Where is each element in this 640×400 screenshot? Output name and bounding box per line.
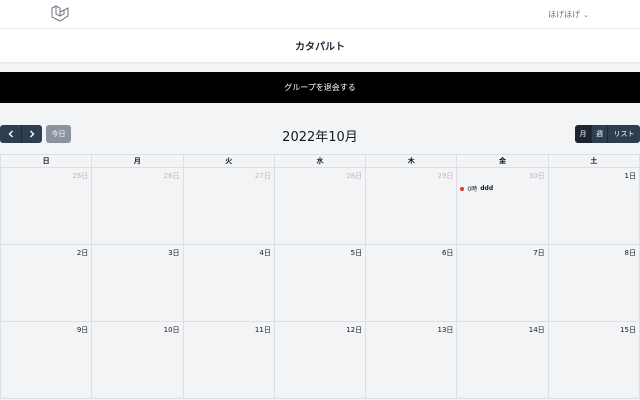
day-number[interactable]: 13日 (437, 325, 453, 335)
event-title: ddd (480, 185, 494, 192)
weekday-header: 土 (548, 155, 640, 168)
leave-group-button[interactable]: グループを退会する (0, 72, 640, 103)
weekday-header: 日 (1, 155, 93, 168)
calendar-day-cell[interactable]: 15日 (548, 322, 640, 399)
day-number[interactable]: 29日 (437, 171, 453, 181)
day-number[interactable]: 11日 (255, 325, 271, 335)
day-number[interactable]: 4日 (259, 248, 270, 258)
calendar-day-cell[interactable]: 25日 (1, 168, 93, 245)
day-number[interactable]: 26日 (164, 171, 180, 181)
event-time: 0時 (467, 186, 478, 193)
calendar-day-cell[interactable]: 29日 (366, 168, 458, 245)
day-number[interactable]: 6日 (442, 248, 453, 258)
calendar-day-cell[interactable]: 8日 (548, 245, 640, 322)
calendar-day-cell[interactable]: 13日 (366, 322, 458, 399)
calendar-weeks: 25日 26日 27日 28日 29日 30日 0時 ddd 1日 2日 3日 4日 5日 6日 7日 8日 9… (1, 168, 640, 399)
top-navbar: ほげほげ ⌄ (0, 0, 640, 29)
calendar-day-cell[interactable]: 6日 (366, 245, 458, 322)
day-number[interactable]: 27日 (255, 171, 271, 181)
calendar-day-cell[interactable]: 11日 (183, 322, 275, 399)
calendar-day-cell[interactable]: 2日 (1, 245, 93, 322)
user-menu-dropdown[interactable]: ほげほげ ⌄ (548, 9, 589, 20)
calendar-day-cell[interactable]: 4日 (183, 245, 275, 322)
day-number[interactable]: 1日 (625, 171, 636, 181)
list-view-button[interactable]: リスト (607, 125, 640, 143)
day-number[interactable]: 10日 (164, 325, 180, 335)
day-number[interactable]: 28日 (346, 171, 362, 181)
weekday-header: 水 (274, 155, 367, 168)
weekday-header: 月 (92, 155, 184, 168)
day-number[interactable]: 2日 (77, 248, 88, 258)
calendar-day-cell[interactable]: 3日 (92, 245, 184, 322)
calendar-day-cell[interactable]: 26日 (92, 168, 184, 245)
weekday-header: 金 (457, 155, 549, 168)
chevron-down-icon: ⌄ (583, 10, 589, 19)
day-number[interactable]: 9日 (77, 325, 88, 335)
day-number[interactable]: 30日 (529, 171, 545, 181)
day-number[interactable]: 15日 (620, 325, 636, 335)
month-view-button[interactable]: 月 (575, 125, 591, 143)
calendar-day-cell[interactable]: 9日 (1, 322, 93, 399)
page-title: カタパルト (295, 42, 345, 53)
calendar-day-cell[interactable]: 5日 (274, 245, 367, 322)
page-header: カタパルト (0, 29, 640, 62)
calendar-day-cell[interactable]: 28日 (274, 168, 367, 245)
weekday-header-row: 日 月 火 水 木 金 土 (1, 155, 640, 168)
day-number[interactable]: 14日 (529, 325, 545, 335)
event-dot-icon (460, 186, 465, 191)
calendar-day-cell[interactable]: 1日 (548, 168, 640, 245)
calendar-day-cell[interactable]: 27日 (183, 168, 275, 245)
calendar-title: 2022年10月 (282, 130, 358, 145)
day-number[interactable]: 3日 (168, 248, 179, 258)
calendar-week-row: 25日 26日 27日 28日 29日 30日 0時 ddd 1日 (1, 168, 640, 245)
day-number[interactable]: 12日 (346, 325, 362, 335)
day-number[interactable]: 8日 (625, 248, 636, 258)
laravel-logo-icon[interactable] (50, 5, 70, 23)
day-number[interactable]: 7日 (533, 248, 544, 258)
week-view-button[interactable]: 週 (591, 125, 607, 143)
day-number[interactable]: 5日 (351, 248, 362, 258)
calendar-day-cell[interactable]: 7日 (457, 245, 549, 322)
weekday-header: 火 (183, 155, 275, 168)
calendar-week-row: 2日 3日 4日 5日 6日 7日 8日 (1, 245, 640, 322)
calendar-day-cell[interactable]: 12日 (274, 322, 367, 399)
view-switcher: 月 週 リスト (575, 125, 640, 143)
weekday-header: 木 (366, 155, 458, 168)
user-name: ほげほげ (548, 10, 581, 19)
calendar-grid: 日 月 火 水 木 金 土 25日 26日 27日 28日 29日 30日 0時 ddd 1日 2… (0, 154, 640, 399)
day-number[interactable]: 25日 (72, 171, 88, 181)
calendar-toolbar: 今日 2022年10月 月 週 リスト (0, 124, 640, 146)
calendar-day-cell[interactable]: 10日 (92, 322, 184, 399)
calendar-day-cell[interactable]: 30日 0時 ddd (457, 168, 549, 245)
calendar-week-row: 9日 10日 11日 12日 13日 14日 15日 (1, 322, 640, 399)
calendar-event[interactable]: 0時 ddd (460, 184, 493, 193)
calendar-day-cell[interactable]: 14日 (457, 322, 549, 399)
